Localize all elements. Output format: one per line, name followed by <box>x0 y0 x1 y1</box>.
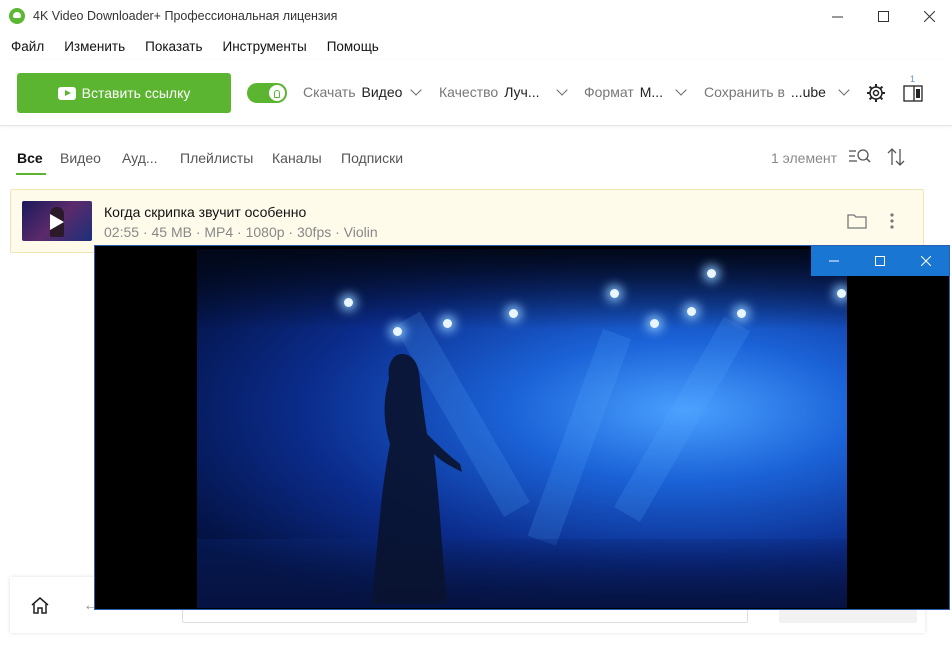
tab-subscriptions[interactable]: Подписки <box>341 150 403 166</box>
menu-view[interactable]: Показать <box>145 39 202 54</box>
toolbar: Вставить ссылку Скачать Видео Качество Л… <box>0 60 952 126</box>
item-meta: 02:55 · 45 MB · MP4 · 1080p · 30fps · Vi… <box>104 224 378 240</box>
player-minimize-button[interactable] <box>811 246 857 276</box>
gear-icon[interactable] <box>866 83 886 103</box>
format-dropdown[interactable]: Формат М... <box>584 83 687 100</box>
stage-floor <box>197 539 847 608</box>
download-type-label: Скачать <box>303 84 356 100</box>
paste-link-label: Вставить ссылку <box>81 85 191 101</box>
toggle-knob <box>269 85 285 101</box>
stage-light <box>687 307 696 316</box>
filter-tabs: Все Видео Ауд... Плейлисты Каналы Подпис… <box>0 145 952 177</box>
menu-bar: Файл Изменить Показать Инструменты Помощ… <box>0 32 952 60</box>
minimize-icon <box>829 260 839 262</box>
chevron-down-icon <box>410 83 423 96</box>
save-location-label: Сохранить в <box>704 84 785 100</box>
stage-light <box>650 319 659 328</box>
menu-tools[interactable]: Инструменты <box>223 39 307 54</box>
minimize-button[interactable] <box>814 0 860 32</box>
player-close-button[interactable] <box>903 246 949 276</box>
app-logo-icon <box>9 8 25 24</box>
item-title: Когда скрипка звучит особенно <box>104 204 307 220</box>
close-button[interactable] <box>906 0 952 32</box>
subscriptions-icon[interactable] <box>903 84 923 102</box>
maximize-button[interactable] <box>860 0 906 32</box>
window-controls <box>814 0 952 32</box>
tab-playlists[interactable]: Плейлисты <box>180 150 253 166</box>
window-title: 4K Video Downloader+ Профессиональная ли… <box>33 9 338 23</box>
download-type-value: Видео <box>361 84 403 100</box>
active-tab-indicator <box>16 173 46 175</box>
stage-truss <box>197 249 847 329</box>
stage-light <box>737 309 746 318</box>
tab-channels[interactable]: Каналы <box>272 150 322 166</box>
menu-edit[interactable]: Изменить <box>64 39 125 54</box>
video-thumbnail[interactable] <box>22 201 92 241</box>
quality-dropdown[interactable]: Качество Луч... <box>439 83 568 100</box>
youtube-icon <box>57 86 76 100</box>
stage-light <box>344 298 353 307</box>
minimize-icon <box>831 16 843 17</box>
stage-light <box>393 327 402 336</box>
menu-help[interactable]: Помощь <box>327 39 379 54</box>
quality-label: Качество <box>439 84 499 100</box>
light-beam <box>614 316 750 523</box>
chevron-down-icon <box>838 83 850 96</box>
stage-light <box>443 319 452 328</box>
save-location-value: ...ube <box>790 84 826 100</box>
tab-video[interactable]: Видео <box>60 150 101 166</box>
close-icon <box>923 10 935 22</box>
format-value: М... <box>639 84 664 100</box>
quality-value: Луч... <box>504 84 540 100</box>
tab-audio[interactable]: Ауд... <box>122 150 158 166</box>
close-icon <box>921 256 931 266</box>
tab-all[interactable]: Все <box>17 150 43 166</box>
violinist-silhouette <box>372 354 462 604</box>
menu-file[interactable]: Файл <box>11 39 44 54</box>
sort-icon[interactable] <box>886 147 906 167</box>
folder-icon[interactable] <box>847 213 867 229</box>
stage-light <box>837 289 846 298</box>
play-icon <box>50 214 64 230</box>
download-type-dropdown[interactable]: Скачать Видео <box>303 83 423 100</box>
maximize-icon <box>875 256 885 266</box>
paste-link-button[interactable]: Вставить ссылку <box>17 73 231 113</box>
smart-mode-toggle[interactable] <box>247 83 287 103</box>
home-icon[interactable] <box>30 596 50 614</box>
save-location-dropdown[interactable]: Сохранить в ...ube <box>704 83 850 100</box>
video-player-window[interactable] <box>94 245 950 610</box>
item-count: 1 элемент <box>771 150 838 166</box>
chevron-down-icon <box>555 83 568 96</box>
video-frame[interactable] <box>197 249 847 608</box>
format-label: Формат <box>584 84 634 100</box>
stage-light <box>707 269 716 278</box>
title-bar: 4K Video Downloader+ Профессиональная ли… <box>0 0 952 32</box>
chevron-down-icon <box>675 83 687 96</box>
search-filter-icon[interactable] <box>848 148 872 166</box>
stage-light <box>610 289 619 298</box>
lightbulb-icon <box>274 90 280 98</box>
more-options-icon[interactable] <box>889 212 895 230</box>
player-window-controls <box>811 246 949 276</box>
download-item[interactable]: Когда скрипка звучит особенно 02:55 · 45… <box>10 189 924 253</box>
subscription-badge: 1 <box>910 74 916 84</box>
maximize-icon <box>877 10 889 22</box>
light-beam <box>527 328 632 546</box>
player-maximize-button[interactable] <box>857 246 903 276</box>
stage-light <box>509 309 518 318</box>
